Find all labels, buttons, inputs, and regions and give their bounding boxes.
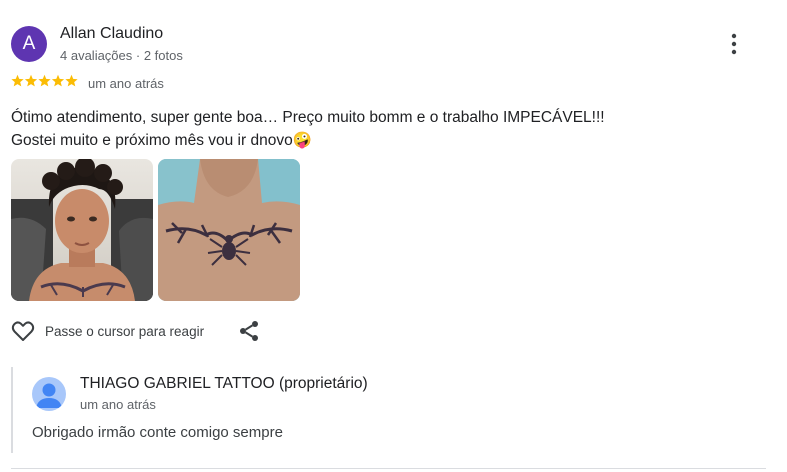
owner-response-time: um ano atrás [80, 397, 156, 412]
star-icon [24, 74, 38, 87]
star-icon [65, 74, 78, 87]
owner-response-text: Obrigado irmão conte comigo sempre [32, 424, 283, 441]
crazy-face-emoji: 🤪 [292, 132, 313, 149]
reviewer-avatar[interactable]: A [11, 26, 47, 62]
review-text: Ótimo atendimento, super gente boa… Preç… [11, 106, 751, 152]
star-icon [11, 74, 24, 87]
more-vert-icon [731, 33, 737, 55]
more-options-button[interactable] [722, 31, 746, 57]
photo-portrait-image [11, 159, 153, 301]
owner-avatar[interactable] [32, 377, 66, 411]
reviewer-meta: 4 avaliações · 2 fotos [60, 48, 183, 63]
star-icon [38, 74, 51, 87]
review-text-line-1: Ótimo atendimento, super gente boa… Preç… [11, 109, 605, 126]
review-text-line-2-text: Gostei muito e próximo mês vou ir dnovo [11, 132, 293, 149]
share-button[interactable] [237, 319, 261, 343]
react-row[interactable]: Passe o cursor para reagir [11, 318, 204, 344]
photo-chest-tattoo-image [158, 159, 300, 301]
avatar-letter: A [22, 33, 36, 54]
review-time: um ano atrás [88, 76, 164, 91]
owner-name: THIAGO GABRIEL TATTOO (proprietário) [80, 375, 368, 392]
owner-response-divider [11, 367, 13, 453]
star-rating [11, 74, 78, 87]
star-icon [51, 74, 65, 87]
review-text-line-2: Gostei muito e próximo mês vou ir dnovo🤪 [11, 129, 751, 152]
default-avatar-icon [36, 383, 62, 408]
review-photo-portrait[interactable] [11, 159, 153, 301]
review-divider [11, 468, 766, 469]
review-photo-chest-tattoo[interactable] [158, 159, 300, 301]
reviewer-name[interactable]: Allan Claudino [60, 25, 163, 43]
heart-outline-icon[interactable] [11, 320, 35, 342]
react-hint-label: Passe o cursor para reagir [45, 323, 205, 339]
share-icon [240, 321, 258, 341]
